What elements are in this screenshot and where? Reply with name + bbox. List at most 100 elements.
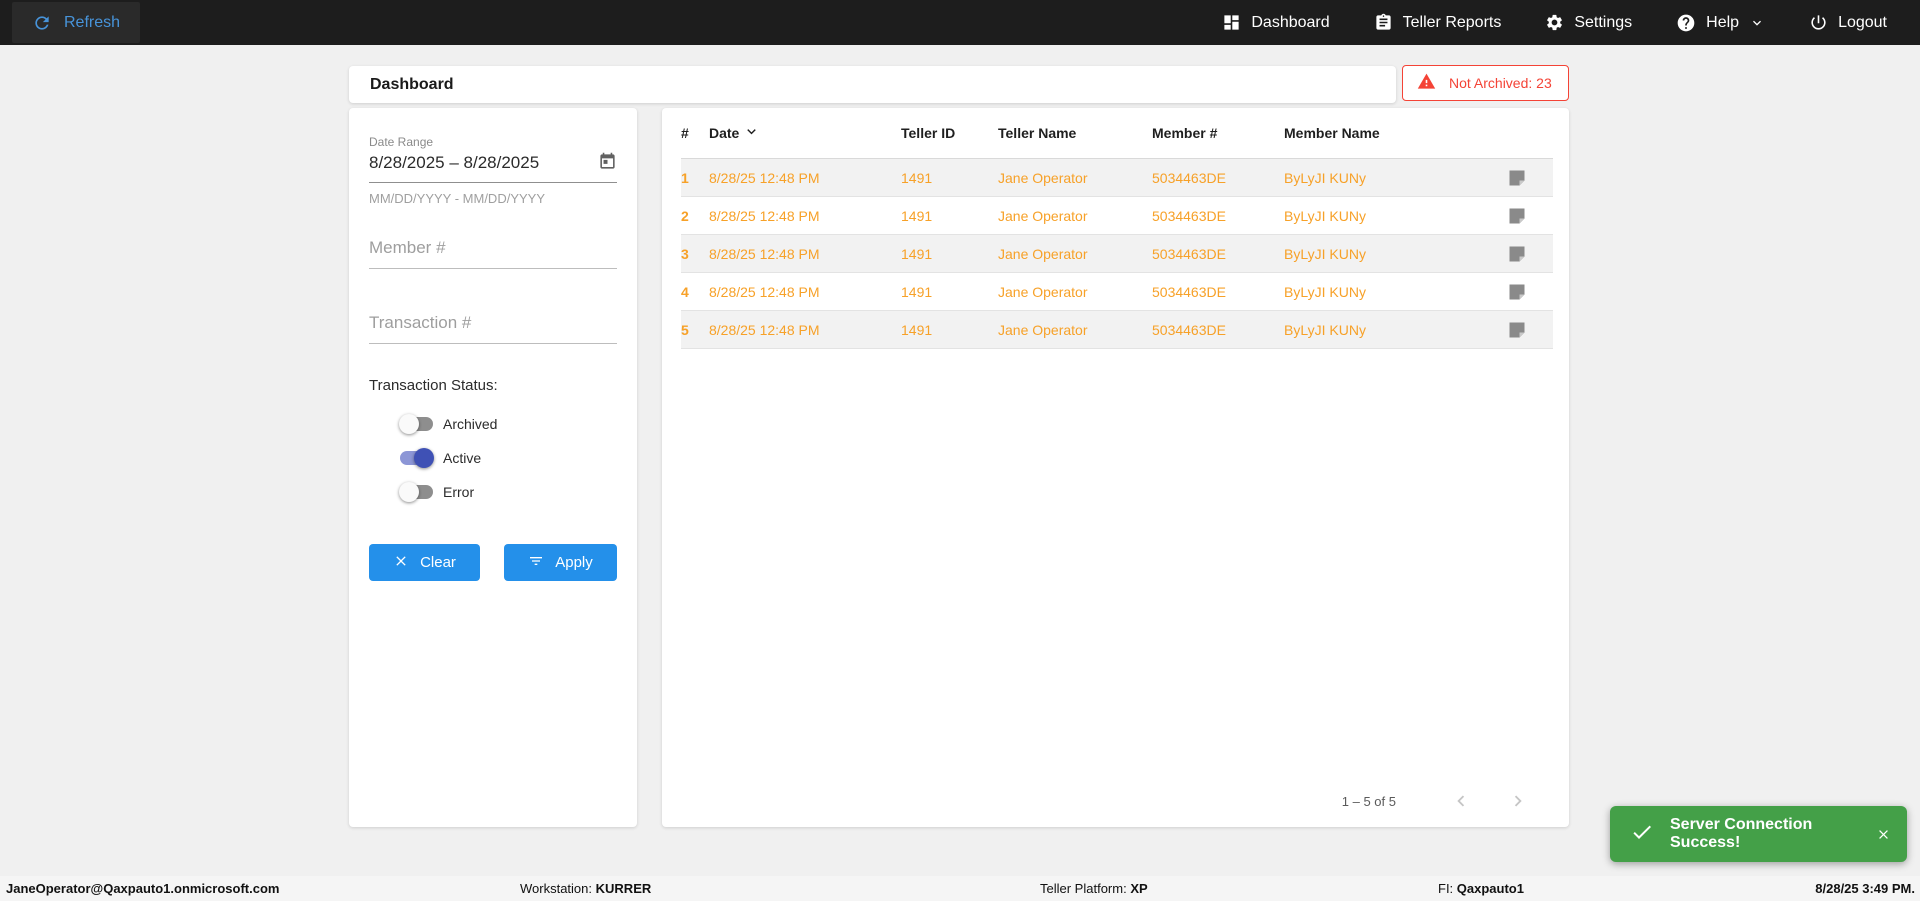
col-header-teller-name[interactable]: Teller Name (998, 125, 1152, 141)
page-title-card: Dashboard (349, 66, 1396, 103)
transaction-number-input[interactable] (369, 313, 617, 344)
cell-teller-id: 1491 (901, 169, 933, 186)
table-row[interactable]: 3 8/28/25 12:48 PM 1491 Jane Operator 50… (681, 235, 1553, 273)
status-workstation-label: Workstation: (520, 881, 593, 896)
apply-button[interactable]: Apply (504, 544, 617, 581)
clear-button[interactable]: Clear (369, 544, 481, 581)
table-header-row: # Date Teller ID Teller Name Member # Me… (681, 108, 1553, 159)
date-range-input[interactable] (369, 153, 569, 173)
not-archived-label: Not Archived: 23 (1449, 75, 1552, 91)
not-archived-badge[interactable]: Not Archived: 23 (1402, 65, 1569, 101)
col-header-date[interactable]: Date (709, 123, 901, 143)
status-fi-value: Qaxpauto1 (1456, 881, 1524, 896)
table-body: 1 8/28/25 12:48 PM 1491 Jane Operator 50… (681, 159, 1553, 349)
cell-teller-name: Jane Operator (998, 245, 1088, 262)
status-toggle-list: Archived Active Error (399, 414, 617, 502)
date-range-field (369, 152, 617, 183)
top-nav: Refresh Dashboard Teller Reports Setting… (0, 0, 1920, 45)
cell-num: 1 (681, 169, 689, 186)
power-icon (1809, 13, 1828, 32)
cell-member-name: ByLyJI KUNy (1284, 321, 1366, 338)
table-row[interactable]: 4 8/28/25 12:48 PM 1491 Jane Operator 50… (681, 273, 1553, 311)
transaction-status-label: Transaction Status: (369, 377, 498, 394)
toggle-error[interactable]: Error (399, 482, 617, 502)
status-datetime: 8/28/25 3:49 PM. (1815, 881, 1915, 896)
toggle-archived-switch (399, 414, 434, 434)
cell-teller-name: Jane Operator (998, 169, 1088, 186)
note-icon[interactable] (1480, 244, 1553, 264)
note-icon[interactable] (1480, 168, 1553, 188)
col-header-member-name[interactable]: Member Name (1284, 125, 1480, 141)
clear-button-label: Clear (420, 554, 456, 571)
status-teller-platform: Teller Platform: XP (1040, 881, 1148, 896)
note-icon[interactable] (1480, 206, 1553, 226)
status-workstation-value: KURRER (595, 881, 652, 896)
page-title: Dashboard (370, 75, 454, 93)
cell-teller-id: 1491 (901, 321, 933, 338)
cell-member-name: ByLyJI KUNy (1284, 245, 1366, 262)
cell-teller-name: Jane Operator (998, 321, 1088, 338)
col-header-date-label: Date (709, 125, 740, 141)
cell-date: 8/28/25 12:48 PM (709, 207, 820, 224)
table-row[interactable]: 2 8/28/25 12:48 PM 1491 Jane Operator 50… (681, 197, 1553, 235)
refresh-icon (32, 13, 52, 33)
col-header-member-num[interactable]: Member # (1152, 125, 1284, 141)
nav-dashboard-label: Dashboard (1251, 13, 1330, 31)
cell-member-num: 5034463DE (1152, 283, 1226, 300)
status-platform-label: Teller Platform: (1040, 881, 1127, 896)
toast-close-icon[interactable] (1876, 827, 1891, 842)
cell-num: 5 (681, 321, 689, 338)
nav-right: Dashboard Teller Reports Settings Help L… (1222, 13, 1887, 33)
cell-num: 3 (681, 245, 689, 262)
status-fi-label: FI: (1438, 881, 1454, 896)
note-icon[interactable] (1480, 320, 1553, 340)
nav-teller-reports-label: Teller Reports (1402, 13, 1502, 31)
nav-help[interactable]: Help (1676, 13, 1765, 33)
help-icon (1676, 13, 1696, 33)
status-workstation: Workstation: KURRER (520, 881, 651, 896)
nav-help-label: Help (1706, 13, 1740, 31)
status-user: JaneOperator@Qaxpauto1.onmicrosoft.com (6, 881, 280, 896)
nav-logout[interactable]: Logout (1809, 13, 1887, 32)
cell-date: 8/28/25 12:48 PM (709, 169, 820, 186)
cell-member-num: 5034463DE (1152, 245, 1226, 262)
col-header-teller-id[interactable]: Teller ID (901, 125, 998, 141)
page-previous-icon[interactable] (1450, 790, 1472, 812)
toggle-error-switch (399, 482, 434, 502)
toggle-active[interactable]: Active (399, 448, 617, 468)
gear-icon (1545, 13, 1564, 32)
col-header-num[interactable]: # (681, 125, 709, 141)
note-icon[interactable] (1480, 282, 1553, 302)
nav-settings[interactable]: Settings (1545, 13, 1632, 32)
apply-button-label: Apply (555, 554, 593, 571)
pagination: 1 – 5 of 5 (1342, 790, 1529, 812)
toast-message: Server Connection Success! (1670, 816, 1813, 851)
status-fi: FI: Qaxpauto1 (1438, 881, 1524, 896)
page-next-icon[interactable] (1507, 790, 1529, 812)
filter-buttons: Clear Apply (369, 544, 617, 581)
toggle-archived[interactable]: Archived (399, 414, 617, 434)
nav-dashboard[interactable]: Dashboard (1222, 13, 1330, 32)
cell-teller-name: Jane Operator (998, 283, 1088, 300)
refresh-button[interactable]: Refresh (12, 2, 141, 43)
cell-teller-id: 1491 (901, 207, 933, 224)
table-row[interactable]: 1 8/28/25 12:48 PM 1491 Jane Operator 50… (681, 159, 1553, 197)
cell-date: 8/28/25 12:48 PM (709, 283, 820, 300)
calendar-icon[interactable] (598, 152, 617, 174)
table-row[interactable]: 5 8/28/25 12:48 PM 1491 Jane Operator 50… (681, 311, 1553, 349)
toggle-active-switch (399, 448, 434, 468)
cell-member-name: ByLyJI KUNy (1284, 207, 1366, 224)
status-bar: JaneOperator@Qaxpauto1.onmicrosoft.com W… (0, 876, 1920, 901)
dashboard-icon (1222, 13, 1241, 32)
check-icon (1630, 820, 1654, 849)
cell-num: 4 (681, 283, 689, 300)
chevron-down-icon (1749, 15, 1765, 31)
nav-settings-label: Settings (1574, 13, 1633, 31)
nav-teller-reports[interactable]: Teller Reports (1374, 13, 1502, 32)
refresh-label: Refresh (64, 13, 121, 31)
pagination-label: 1 – 5 of 5 (1341, 793, 1396, 809)
cell-date: 8/28/25 12:48 PM (709, 321, 820, 338)
member-number-input[interactable] (369, 238, 617, 269)
transactions-table: # Date Teller ID Teller Name Member # Me… (681, 108, 1553, 349)
cell-member-name: ByLyJI KUNy (1284, 169, 1366, 186)
